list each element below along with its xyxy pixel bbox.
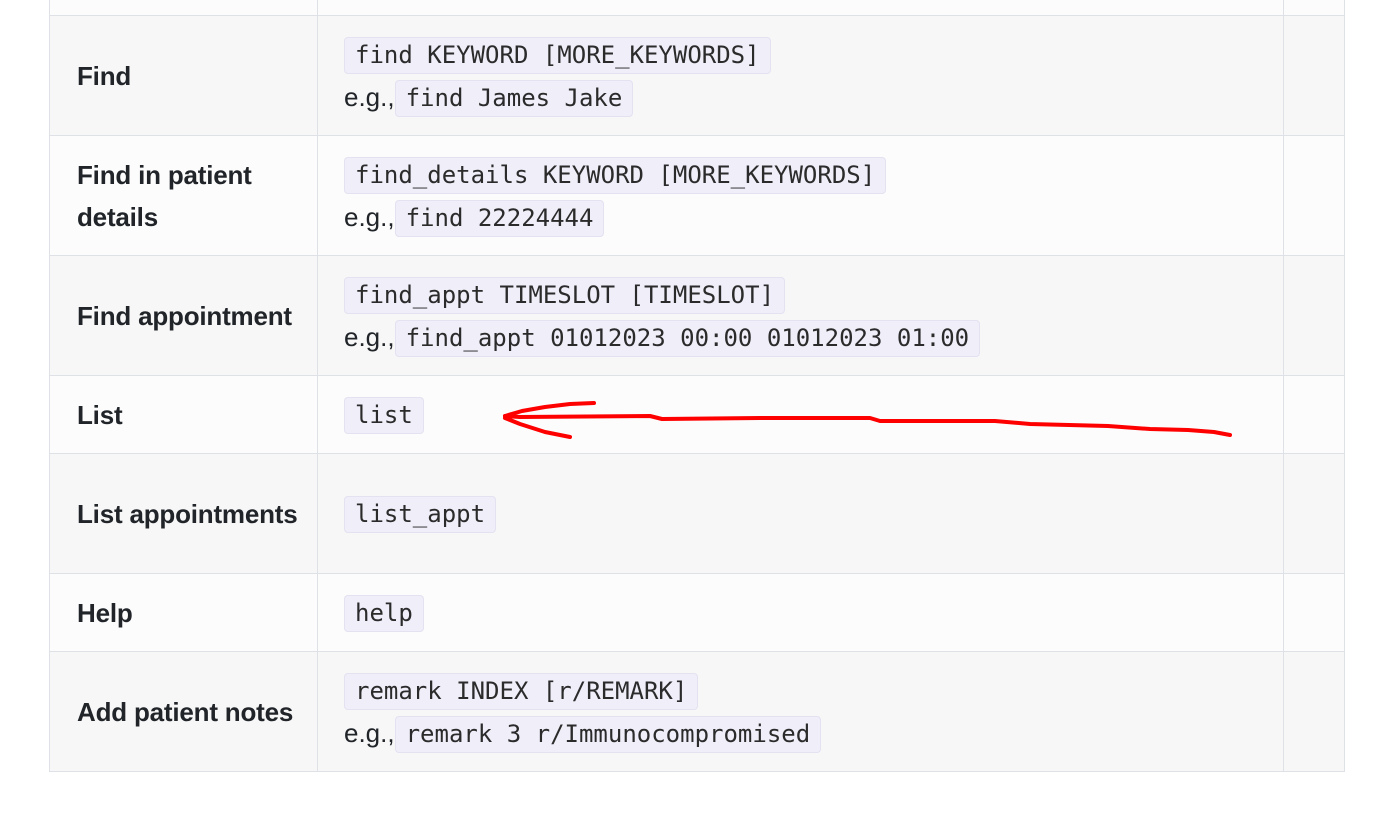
commands-table-container: Find find KEYWORD [MORE_KEYWORDS] e.g., f… xyxy=(49,0,1345,772)
example-prefix: e.g., xyxy=(344,201,395,232)
format-cell-find-details: find_details KEYWORD [MORE_KEYWORDS] e.g… xyxy=(317,135,1284,256)
command-example-code: remark 3 r/Immunocompromised xyxy=(394,715,822,753)
example-prefix: e.g., xyxy=(344,717,395,748)
table-cell-empty xyxy=(1283,375,1345,454)
format-cell-help: help xyxy=(317,573,1284,652)
table-cell-empty xyxy=(1283,135,1345,256)
command-format-code: find_appt TIMESLOT [TIMESLOT] xyxy=(344,276,786,314)
table-row-find-appt: Find appointment find_appt TIMESLOT [TIM… xyxy=(49,255,1345,376)
table-cell-empty xyxy=(1283,573,1345,652)
command-format-code: help xyxy=(344,595,424,632)
format-cell-list: list xyxy=(317,375,1284,454)
command-format-code: list_appt xyxy=(344,496,497,533)
table-row-list: List list xyxy=(49,375,1345,454)
table-row-partial xyxy=(49,0,1345,16)
table-cell xyxy=(317,0,1284,16)
command-format-code: list xyxy=(344,397,424,434)
action-label-remark: Add patient notes xyxy=(49,651,318,772)
format-cell-remark: remark INDEX [r/REMARK] e.g., remark 3 r/… xyxy=(317,651,1284,772)
table-cell xyxy=(1283,0,1345,16)
format-cell-list-appt: list_appt xyxy=(317,453,1284,574)
action-label-find-details: Find in patient details xyxy=(49,135,318,256)
table-cell-empty xyxy=(1283,651,1345,772)
example-prefix: e.g., xyxy=(344,81,395,112)
table-row-find-details: Find in patient details find_details KEY… xyxy=(49,135,1345,256)
table-cell-empty xyxy=(1283,255,1345,376)
format-cell-find: find KEYWORD [MORE_KEYWORDS] e.g., find J… xyxy=(317,15,1284,136)
table-row-remark: Add patient notes remark INDEX [r/REMARK… xyxy=(49,651,1345,772)
command-format-code: remark INDEX [r/REMARK] xyxy=(344,672,699,710)
format-cell-find-appt: find_appt TIMESLOT [TIMESLOT] e.g., find_… xyxy=(317,255,1284,376)
action-label-find: Find xyxy=(49,15,318,136)
action-label-list-appt: List appointments xyxy=(49,453,318,574)
table-row-help: Help help xyxy=(49,573,1345,652)
command-example-code: find James Jake xyxy=(394,79,634,117)
table-cell-empty xyxy=(1283,15,1345,136)
example-prefix: e.g., xyxy=(344,321,395,352)
action-label-list: List xyxy=(49,375,318,454)
table-cell xyxy=(49,0,318,16)
action-label-find-appt: Find appointment xyxy=(49,255,318,376)
command-example-code: find_appt 01012023 00:00 01012023 01:00 xyxy=(394,319,981,357)
table-cell-empty xyxy=(1283,453,1345,574)
commands-table: Find find KEYWORD [MORE_KEYWORDS] e.g., f… xyxy=(49,0,1345,772)
action-label-help: Help xyxy=(49,573,318,652)
command-example-code: find 22224444 xyxy=(394,199,605,237)
command-format-code: find KEYWORD [MORE_KEYWORDS] xyxy=(344,36,771,74)
command-format-code: find_details KEYWORD [MORE_KEYWORDS] xyxy=(344,156,887,194)
table-row-find: Find find KEYWORD [MORE_KEYWORDS] e.g., f… xyxy=(49,15,1345,136)
table-row-list-appt: List appointments list_appt xyxy=(49,453,1345,574)
